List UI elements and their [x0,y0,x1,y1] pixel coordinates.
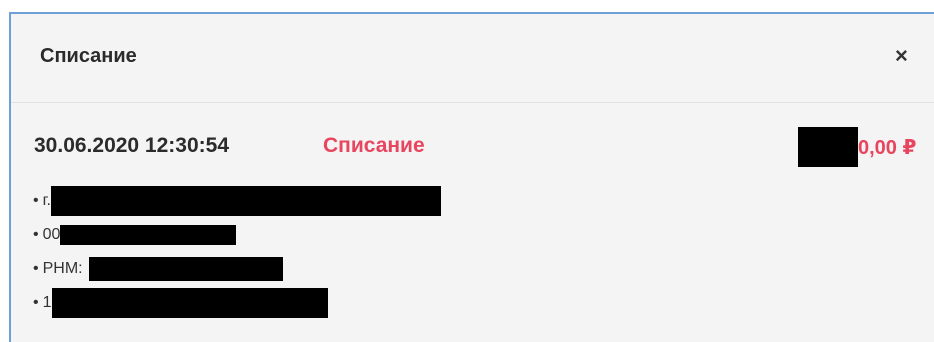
list-item: • 1 [33,286,441,320]
modal-header: Списание × [11,14,934,103]
detail-text: 1 [42,294,52,311]
operation-type: Списание [323,134,425,157]
redaction-block [50,186,441,216]
list-item: • 00 [33,218,441,252]
detail-text: 00 [42,226,61,243]
bullet: • [33,294,39,311]
redaction-block [88,257,283,281]
redaction-block [798,127,858,167]
list-item: • РНМ: [33,252,441,286]
detail-text: РНМ: [42,260,83,277]
operation-row: 30.06.2020 12:30:54 Списание 0,00 ₽ [11,122,934,167]
amount-value: 0,00 ₽ [858,136,917,159]
operation-amount: 0,00 ₽ [798,127,916,167]
operation-datetime: 30.06.2020 12:30:54 [34,134,229,157]
close-icon[interactable]: × [895,43,908,69]
bullet: • [33,226,39,243]
details-list: • г. • 00 • РНМ: • 1 [33,184,441,320]
redaction-block [60,225,237,245]
list-item: • г. [33,184,441,218]
redaction-block [51,288,328,318]
bullet: • [33,260,39,277]
detail-text: г. [42,192,51,209]
operation-modal: Списание × 30.06.2020 12:30:54 Списание … [9,12,934,342]
bullet: • [33,192,39,209]
modal-title: Списание [40,45,137,67]
